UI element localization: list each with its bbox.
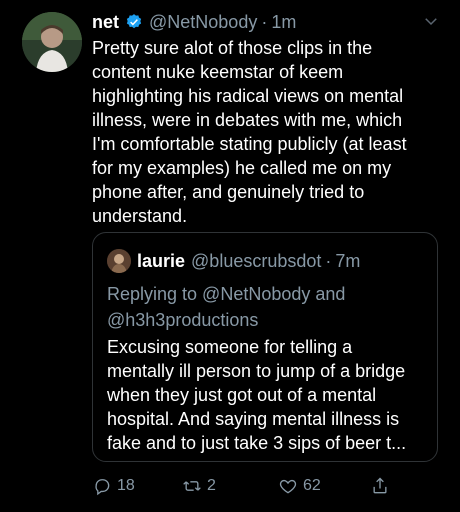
quoted-tweet-time: 7m (335, 250, 361, 271)
tweet-text-line: understand. (92, 206, 188, 226)
tweet-text-line: phone after, and genuinely tried to (92, 182, 365, 202)
reply-count: 18 (117, 477, 135, 494)
quoted-text-line: fake and to just take 3 sips of beer t..… (107, 433, 407, 453)
retweet-button[interactable]: 2 (182, 474, 216, 498)
chevron-down-icon[interactable] (422, 12, 440, 30)
author-name[interactable]: net (92, 12, 119, 33)
reply-icon (95, 479, 110, 496)
tweet-text-line: highlighting his radical views on mental (92, 86, 404, 106)
quoted-text-line: Excusing someone for telling a (107, 337, 353, 357)
author-handle[interactable]: @NetNobody (149, 12, 257, 33)
share-icon (373, 477, 387, 494)
share-button[interactable] (370, 474, 390, 498)
tweet-text-line: content nuke keemstar of keem (92, 62, 344, 82)
quoted-header-separator: · (325, 250, 332, 271)
retweet-icon (183, 481, 201, 491)
quoted-tweet-text: Excusing someone for telling a mentally … (107, 335, 431, 455)
quoted-author-handle[interactable]: @bluescrubsdot (191, 251, 321, 272)
replying-to-line: Replying to @NetNobody and (107, 284, 346, 304)
replying-to-line: @h3h3productions (107, 310, 259, 330)
author-avatar-image (22, 12, 82, 72)
header-separator: · (261, 11, 268, 32)
quoted-author-name[interactable]: laurie (137, 251, 185, 272)
author-avatar[interactable] (22, 12, 82, 72)
like-button[interactable]: 62 (278, 474, 321, 498)
quoted-text-line: when they just got out of a mental (107, 385, 377, 405)
tweet-actions: 18 2 62 (92, 474, 392, 498)
like-count: 62 (303, 477, 321, 494)
retweet-count: 2 (207, 477, 216, 494)
tweet-text-line: Pretty sure alot of those clips in the (92, 38, 373, 58)
tweet-header: net @NetNobody · 1m (92, 10, 440, 34)
quoted-text-line: mentally ill person to jump of a bridge (107, 361, 406, 381)
quoted-author-avatar-image (107, 249, 131, 273)
tweet-text-line: illness, were in debates with me, which (92, 110, 403, 130)
tweet-text: Pretty sure alot of those clips in the c… (92, 36, 432, 228)
quoted-tweet[interactable]: laurie @bluescrubsdot · 7m Replying to @… (92, 232, 438, 462)
reply-button[interactable]: 18 (92, 474, 135, 498)
verified-badge-icon (126, 14, 142, 29)
quoted-tweet-header: laurie @bluescrubsdot · 7m (107, 249, 360, 273)
quoted-author-avatar (107, 249, 131, 273)
like-icon (279, 479, 297, 494)
quoted-text-line: hospital. And saying mental illness is (107, 409, 400, 429)
tweet-text-line: for my examples) he called me on my (92, 158, 392, 178)
replying-to: Replying to @NetNobody and @h3h3producti… (107, 281, 427, 333)
tweet-time[interactable]: 1m (271, 12, 296, 33)
tweet-text-line: I'm comfortable stating publicly (at lea… (92, 134, 407, 154)
